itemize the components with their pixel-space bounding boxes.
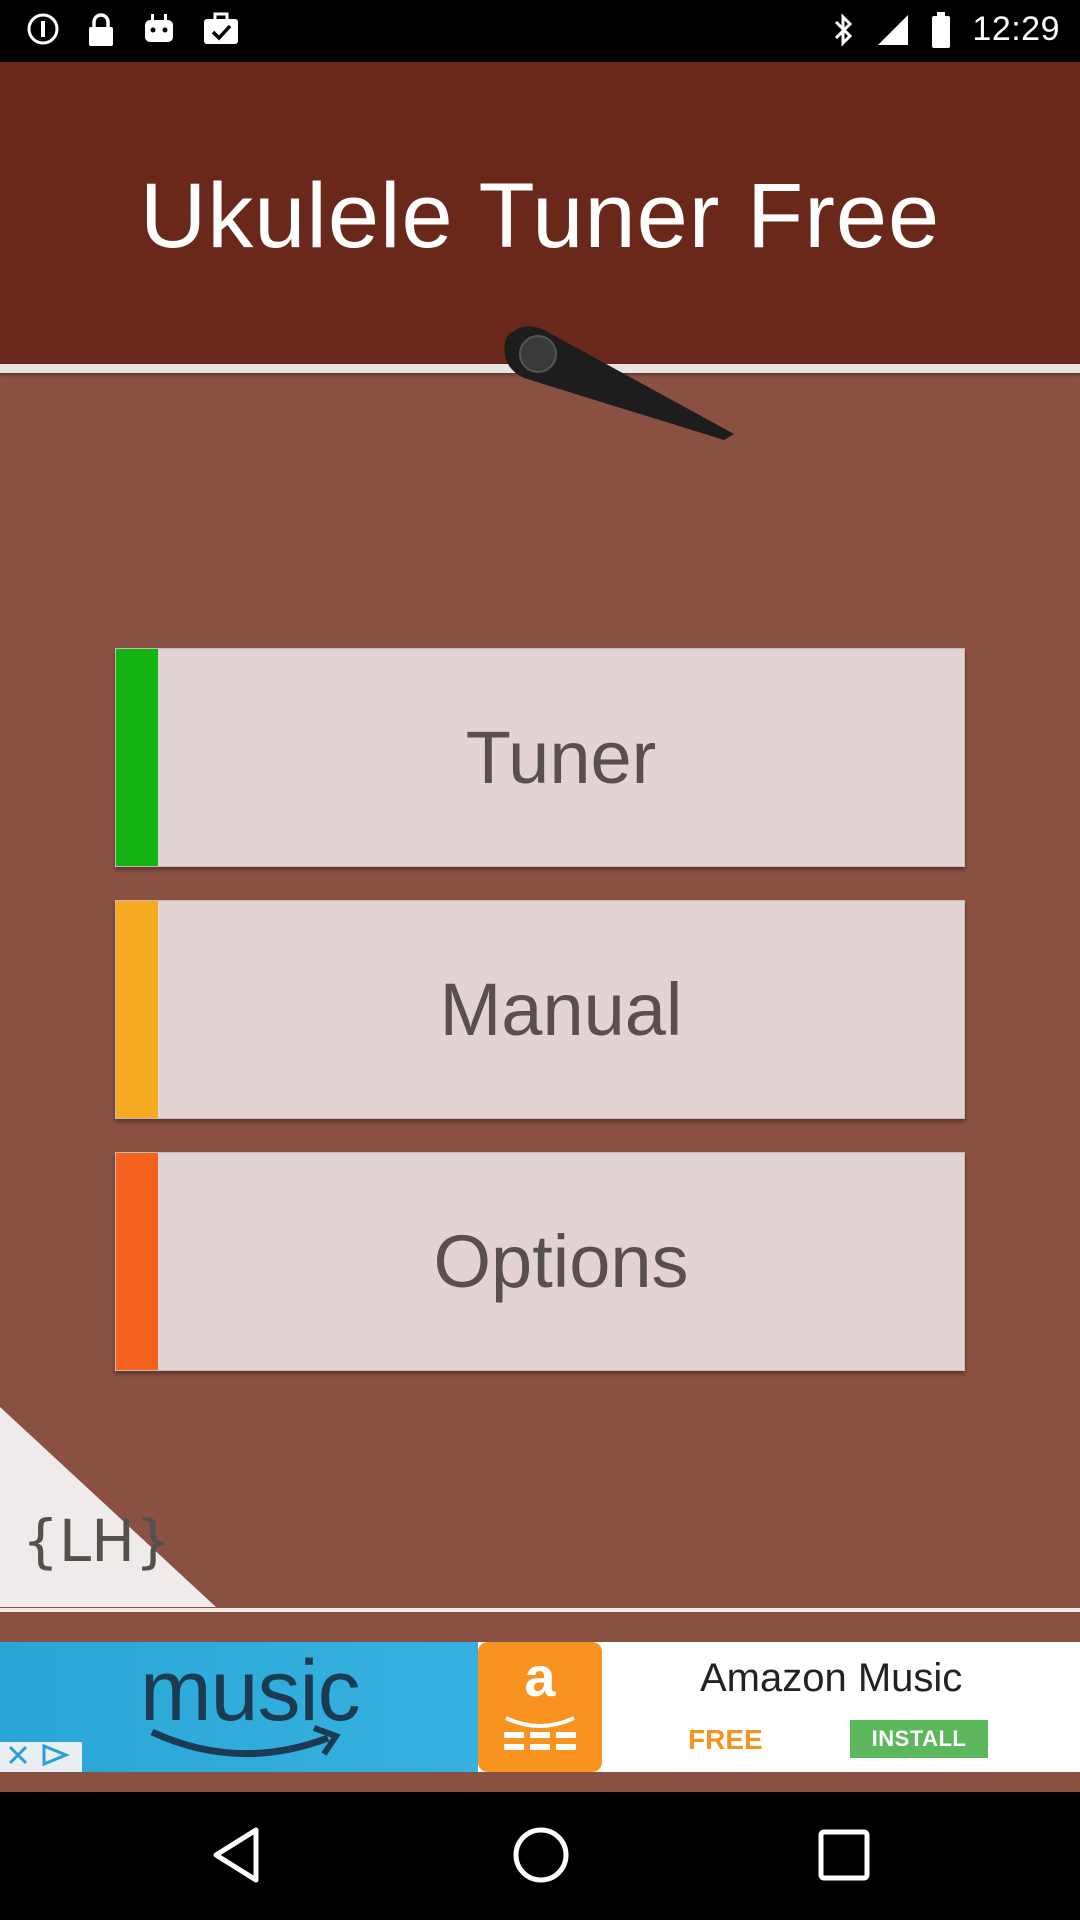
amazon-icon-letter: a: [524, 1645, 556, 1708]
manual-stripe: [116, 901, 158, 1118]
app-title: Ukulele Tuner Free: [139, 165, 941, 267]
status-bar: 12:29: [0, 0, 1080, 62]
ad-price: FREE: [688, 1724, 763, 1755]
ad-close-icon[interactable]: [6, 1743, 30, 1772]
android-icon: [142, 12, 176, 48]
battery-icon: [930, 11, 952, 49]
back-icon[interactable]: [208, 1824, 264, 1891]
ad-container: music a Amazon Music FREE INSTALL: [0, 1612, 1080, 1792]
amazon-music-app-icon: a: [478, 1642, 602, 1772]
ad-choices-icon[interactable]: [38, 1743, 72, 1772]
recent-apps-icon[interactable]: [815, 1824, 873, 1891]
tuner-button[interactable]: Tuner: [115, 648, 965, 867]
tuner-stripe: [116, 649, 158, 866]
ad-controls: [0, 1742, 82, 1772]
developer-logo-text: {LH}: [22, 1507, 172, 1575]
manual-label: Manual: [439, 968, 683, 1051]
clock-time: 12:29: [972, 10, 1060, 48]
tuner-label: Tuner: [465, 716, 657, 799]
manual-button[interactable]: Manual: [115, 900, 965, 1119]
ad-banner[interactable]: music a Amazon Music FREE INSTALL: [0, 1642, 1080, 1772]
home-icon[interactable]: [510, 1824, 572, 1891]
navigation-bar: [0, 1792, 1080, 1920]
lock-icon: [86, 12, 116, 48]
options-label: Options: [433, 1220, 689, 1303]
amazon-smile-icon: [148, 1720, 348, 1772]
app-screen: Ukulele Tuner Free Tuner Manual Options …: [0, 62, 1080, 1612]
signal-icon: [876, 13, 910, 47]
notification-circle-icon: [26, 12, 60, 48]
tuner-needle-icon: [494, 318, 744, 473]
ad-install-button[interactable]: INSTALL: [850, 1720, 988, 1758]
ad-app-name: Amazon Music: [700, 1656, 963, 1700]
briefcase-check-icon: [202, 12, 240, 48]
options-button[interactable]: Options: [115, 1152, 965, 1371]
developer-logo[interactable]: {LH}: [0, 1407, 220, 1607]
bluetooth-icon: [832, 12, 856, 48]
options-stripe: [116, 1153, 158, 1370]
